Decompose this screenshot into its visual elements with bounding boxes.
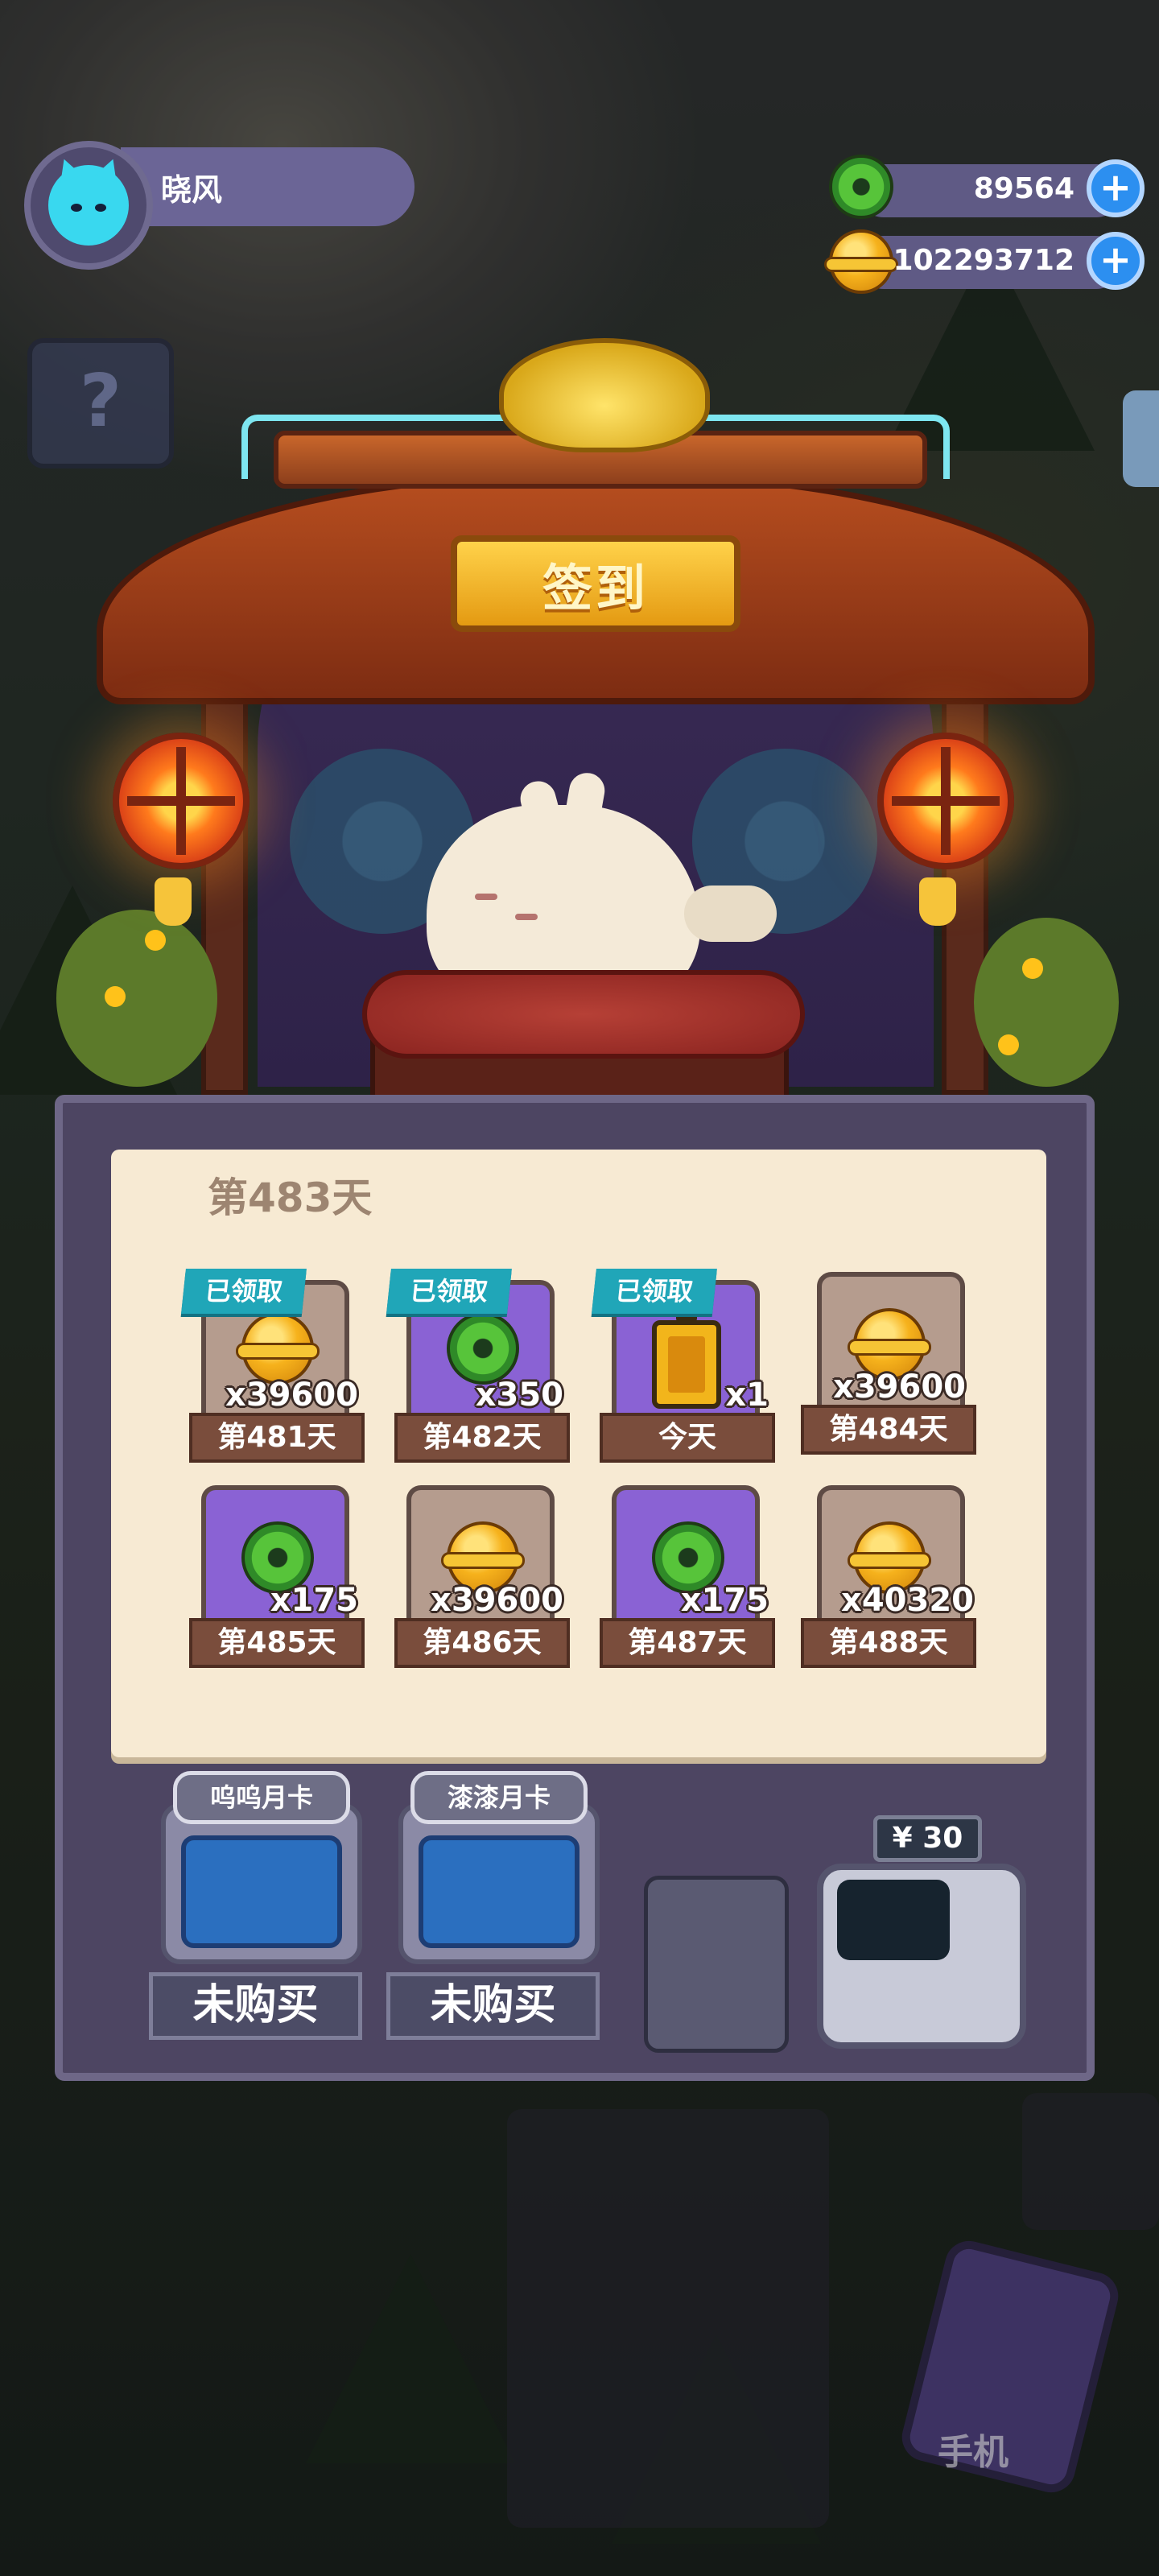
- monthly-card-purchase-button[interactable]: 未购买: [386, 1972, 600, 2040]
- bunny-eye: [515, 914, 538, 920]
- flower-decoration: [998, 1034, 1019, 1055]
- flower-decoration: [1022, 958, 1043, 979]
- question-mark-icon: ?: [79, 359, 122, 444]
- monthly-card-name: 呜呜月卡: [173, 1771, 350, 1824]
- bunny-eye: [475, 894, 497, 900]
- reward-day-label: 第481天: [189, 1413, 365, 1463]
- bush-decoration: [56, 910, 217, 1087]
- card-screen: [419, 1835, 580, 1948]
- reward-day-label: 今天: [600, 1413, 775, 1463]
- signin-title: 签到: [542, 559, 649, 617]
- reward-day-label: 第482天: [394, 1413, 570, 1463]
- left-lantern-icon: [113, 733, 250, 869]
- reward-quantity: x175: [270, 1582, 358, 1619]
- gold-coin-value: 102293712: [893, 244, 1074, 277]
- reward-day-label: 第485天: [189, 1618, 365, 1668]
- share-side-button[interactable]: [1123, 390, 1159, 487]
- reward-quantity: x39600: [833, 1368, 966, 1406]
- current-day-title: 第483天: [208, 1174, 373, 1221]
- green-ring-coin-icon: [447, 1312, 519, 1385]
- reward-quantity: x40320: [841, 1582, 974, 1619]
- robot-face-icon: [837, 1880, 950, 1960]
- reward-quantity: x39600: [431, 1582, 563, 1619]
- claimed-tag: 已领取: [386, 1269, 512, 1314]
- bush-decoration: [974, 918, 1119, 1087]
- monthly-card-purchase-button[interactable]: 未购买: [149, 1972, 362, 2040]
- red-cushion: [362, 970, 805, 1059]
- reward-day-label: 第484天: [801, 1405, 976, 1455]
- player-name: 晓风: [161, 172, 223, 208]
- lantern-tassel: [155, 877, 192, 926]
- bunny-paw: [684, 886, 777, 942]
- reward-quantity: x39600: [225, 1377, 358, 1414]
- gold-ingot-icon: [499, 338, 710, 452]
- add-gold-coin-button[interactable]: +: [1087, 232, 1145, 290]
- green-gem-value: 89564: [973, 172, 1074, 205]
- claimed-tag: 已领取: [592, 1269, 717, 1314]
- help-button[interactable]: ?: [27, 338, 174, 469]
- cat-avatar-icon: [48, 155, 129, 246]
- lantern-tassel: [919, 877, 956, 926]
- reward-day-label: 第486天: [394, 1618, 570, 1668]
- monthly-card-name: 漆漆月卡: [410, 1771, 588, 1824]
- add-green-gem-button[interactable]: +: [1087, 159, 1145, 217]
- reward-quantity: x1: [725, 1377, 769, 1414]
- reward-day-label: 第487天: [600, 1618, 775, 1668]
- gold-coin-icon: [235, 1312, 320, 1385]
- reward-quantity: x175: [680, 1582, 769, 1619]
- green-ring-coin-icon: [829, 155, 893, 219]
- flower-decoration: [105, 986, 126, 1007]
- claimed-tag: 已领取: [181, 1269, 307, 1314]
- flower-decoration: [145, 930, 166, 951]
- reward-day-label: 第488天: [801, 1618, 976, 1668]
- price-tag: ¥ 30: [873, 1815, 982, 1862]
- player-avatar[interactable]: [24, 141, 153, 270]
- right-lantern-icon: [877, 733, 1014, 869]
- card-reader: [644, 1876, 789, 2053]
- phone-label: 手机: [938, 2432, 1008, 2473]
- gold-coin-icon: [823, 229, 899, 294]
- card-screen: [181, 1835, 342, 1948]
- reward-quantity: x350: [475, 1377, 563, 1414]
